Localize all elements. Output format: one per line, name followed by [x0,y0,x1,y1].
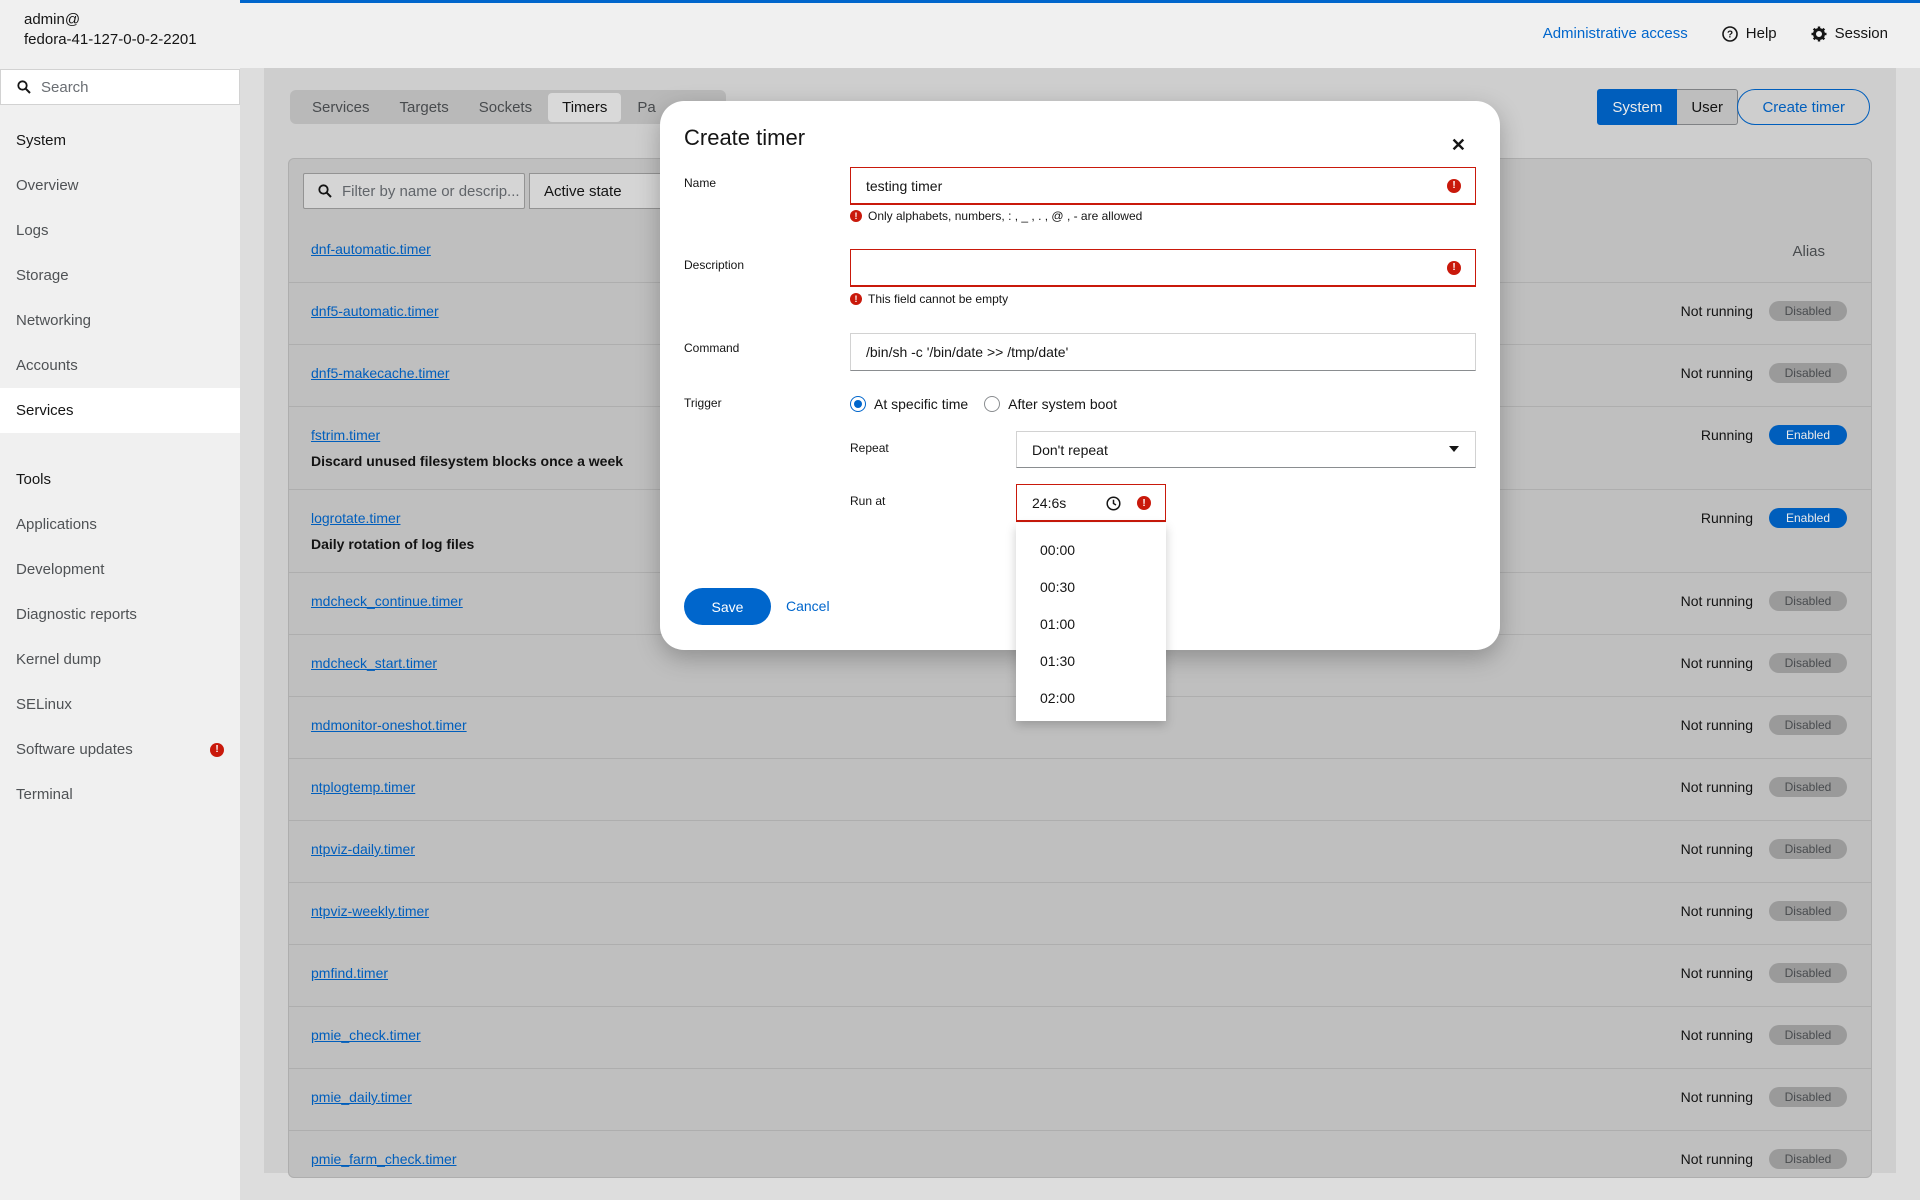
name-label: Name [684,176,717,190]
top-bar: Administrative access ? Help Session [240,0,1920,68]
time-options-menu: 00:00 00:30 01:00 01:30 02:00 [1016,523,1166,721]
time-option[interactable]: 00:30 [1016,568,1166,605]
svg-text:?: ? [1727,29,1733,40]
radio-selected-icon [850,396,866,412]
command-value: /bin/sh -c '/bin/date >> /tmp/date' [866,344,1069,360]
sidebar-item-diagnostic-reports[interactable]: Diagnostic reports [0,592,240,637]
sidebar-item-services[interactable]: Services [0,388,240,433]
caret-down-icon [1449,446,1459,452]
sidebar: admin@ fedora-41-127-0-0-2-2201 Search S… [0,0,240,1200]
error-icon: ! [1137,496,1151,510]
sidebar-item-label: Overview [16,177,79,194]
run-at-time-input[interactable]: 24:6s ! [1016,484,1166,522]
dialog-title: Create timer [684,125,806,150]
save-button[interactable]: Save [684,588,771,625]
host-name: fedora-41-127-0-0-2-2201 [24,31,197,48]
sidebar-item-development[interactable]: Development [0,547,240,592]
help-icon: ? [1721,25,1738,42]
sidebar-item-label: Accounts [16,357,78,374]
sidebar-item-label: Development [16,561,105,578]
sidebar-item-selinux[interactable]: SELinux [0,682,240,727]
sidebar-item-kernel-dump[interactable]: Kernel dump [0,637,240,682]
description-error-text: This field cannot be empty [868,292,1009,306]
sidebar-item-terminal[interactable]: Terminal [0,772,240,817]
error-icon: ! [850,210,862,222]
sidebar-item-label: Software updates [16,741,133,758]
sidebar-item-label: Logs [16,222,49,239]
radio-unselected-icon [984,396,1001,412]
clock-icon[interactable] [1106,496,1121,511]
alert-icon: ! [210,742,224,757]
run-at-label: Run at [850,494,886,508]
trigger-label: Trigger [684,396,722,410]
run-at-value: 24:6s [1032,494,1067,511]
help-button[interactable]: ? Help [1721,25,1777,42]
search-placeholder: Search [41,78,89,96]
nav-menu: System Overview Logs Storage Networking Accou… [0,118,240,817]
session-label: Session [1834,25,1888,42]
gear-icon [1811,26,1827,41]
cancel-button[interactable]: Cancel [786,598,830,614]
trigger-radio-group: At specific time After system boot [850,396,1117,412]
name-error-helper: ! Only alphabets, numbers, : , _ , . , @… [850,209,1142,223]
sidebar-section-tools: Tools [16,471,52,488]
name-field[interactable]: testing timer ! [850,167,1476,205]
sidebar-item-label: Networking [16,312,92,329]
search-input[interactable]: Search [0,69,240,105]
error-icon: ! [1447,178,1461,193]
trigger-after-boot-radio[interactable]: After system boot [984,396,1117,412]
trigger-specific-time-radio[interactable]: At specific time [850,396,968,412]
sidebar-item-networking[interactable]: Networking [0,298,240,343]
name-value: testing timer [866,177,943,194]
sidebar-item-label: Diagnostic reports [16,606,137,623]
command-field[interactable]: /bin/sh -c '/bin/date >> /tmp/date' [850,333,1476,371]
administrative-access-button[interactable]: Administrative access [1543,25,1688,42]
search-icon [17,80,31,94]
repeat-select[interactable]: Don't repeat [1016,431,1476,468]
repeat-value: Don't repeat [1032,441,1108,458]
trigger-option-label: At specific time [874,396,969,412]
sidebar-item-label: Storage [16,267,69,284]
description-label: Description [684,258,745,272]
sidebar-item-label: Terminal [16,786,73,803]
time-option[interactable]: 00:00 [1016,531,1166,568]
time-option[interactable]: 01:30 [1016,642,1166,679]
sidebar-item-label: Applications [16,516,97,533]
host-switcher[interactable]: admin@ fedora-41-127-0-0-2-2201 [0,0,240,68]
sidebar-item-applications[interactable]: Applications [0,502,240,547]
name-error-text: Only alphabets, numbers, : , _ , . , @ ,… [868,209,1143,223]
repeat-label: Repeat [850,441,889,455]
close-icon[interactable]: ✕ [1451,135,1466,156]
sidebar-item-storage[interactable]: Storage [0,253,240,298]
session-button[interactable]: Session [1811,25,1888,42]
help-label: Help [1745,25,1777,42]
error-icon: ! [1447,260,1461,275]
trigger-option-label: After system boot [1008,396,1118,412]
sidebar-item-overview[interactable]: Overview [0,163,240,208]
command-label: Command [684,341,740,355]
sidebar-item-logs[interactable]: Logs [0,208,240,253]
description-field[interactable]: ! [850,249,1476,287]
time-option[interactable]: 01:00 [1016,605,1166,642]
sidebar-item-software-updates[interactable]: Software updates! [0,727,240,772]
sidebar-item-accounts[interactable]: Accounts [0,343,240,388]
error-icon: ! [850,293,862,305]
sidebar-section-system[interactable]: System [0,118,240,163]
description-error-helper: ! This field cannot be empty [850,292,1008,306]
sidebar-item-label: Services [16,402,74,419]
sidebar-item-label: Kernel dump [16,651,102,668]
sidebar-item-label: SELinux [16,696,72,713]
time-option[interactable]: 02:00 [1016,679,1166,716]
host-user: admin@ [24,11,81,28]
